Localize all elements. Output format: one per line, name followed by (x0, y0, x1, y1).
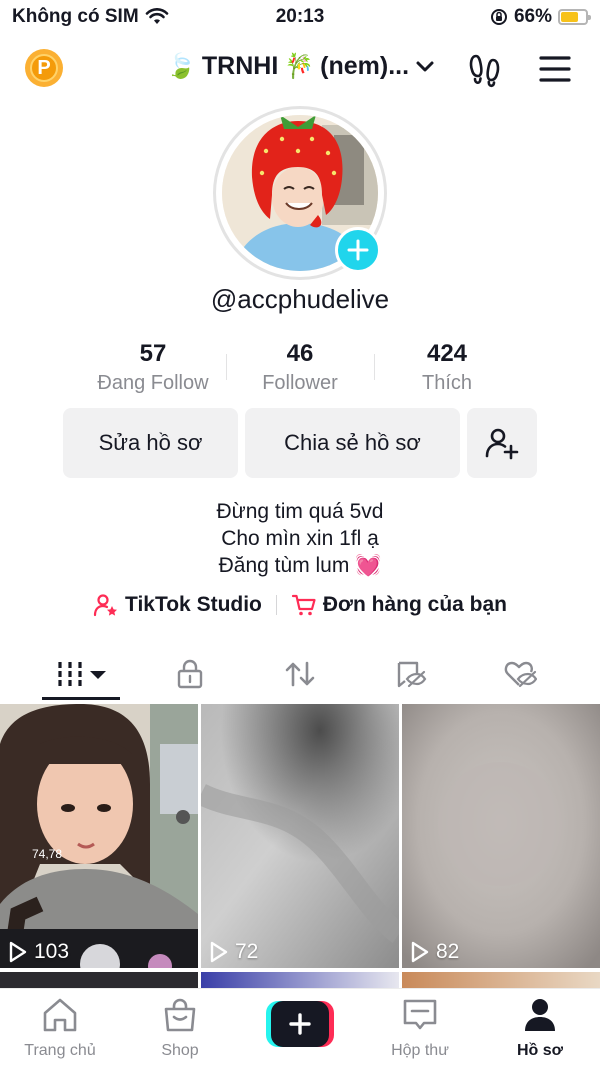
nav-profile-label: Hồ sơ (516, 1042, 564, 1059)
grid-icon (58, 662, 106, 686)
home-icon (43, 998, 77, 1032)
play-icon (210, 941, 228, 963)
nav-shop-label: Shop (161, 1042, 199, 1059)
nav-home[interactable]: Trang chủ (10, 997, 110, 1060)
profile-bio: Đừng tim quá 5vd Cho mìn xin 1fl ạ Đăng … (0, 498, 600, 579)
heart-hidden-icon (504, 661, 537, 688)
video-thumbnail-image (201, 704, 399, 968)
stat-followers[interactable]: 46 Follower (225, 340, 375, 395)
lock-icon (177, 659, 203, 689)
profile-header: P 🍃 TRNHI 🎋 (nem)... (0, 44, 600, 94)
leaf-emoji: 🍃 (166, 53, 196, 80)
tab-liked[interactable] (460, 648, 580, 700)
orders-label: Đơn hàng của bạn (322, 593, 507, 616)
nav-profile[interactable]: Hồ sơ (490, 997, 590, 1060)
nav-inbox[interactable]: Hộp thư (370, 997, 470, 1060)
account-name-suffix: (nem)... (320, 52, 410, 80)
bottom-navigation: Trang chủ Shop Hộp thư Hồ sơ (0, 988, 600, 1068)
battery-icon (558, 9, 591, 25)
plus-icon (347, 239, 369, 261)
share-profile-button[interactable]: Chia sẻ hồ sơ (245, 408, 460, 478)
chevron-down-icon (416, 61, 434, 71)
video-thumbnail[interactable]: 82 (402, 704, 600, 968)
nav-home-label: Trang chủ (24, 1042, 96, 1059)
stat-likes[interactable]: 424 Thích (372, 340, 522, 395)
status-right: 66% (490, 6, 591, 28)
profile-links: TikTok Studio Đơn hàng của bạn (0, 592, 600, 618)
video-views: 103 (8, 940, 69, 964)
view-count: 72 (235, 940, 259, 963)
tab-saved[interactable] (350, 648, 470, 700)
account-switcher[interactable]: 🍃 TRNHI 🎋 (nem)... (166, 52, 435, 81)
stat-following[interactable]: 57 Đang Follow (78, 340, 228, 395)
footprint-icon[interactable] (467, 52, 503, 88)
tab-videos[interactable] (22, 648, 142, 700)
orientation-lock-icon (490, 9, 507, 25)
active-tab-indicator (42, 697, 120, 700)
video-grid: 74,78 103 72 82 (0, 704, 600, 988)
user-star-icon (93, 594, 117, 617)
shopping-bag-icon (164, 998, 196, 1032)
orders-link[interactable]: Đơn hàng của bạn (291, 592, 507, 618)
create-button[interactable] (266, 1001, 334, 1047)
likes-label: Thích (421, 372, 473, 394)
tiktok-studio-link[interactable]: TikTok Studio (93, 592, 262, 618)
coin-icon: P (30, 54, 58, 82)
video-thumbnail-image (402, 704, 600, 968)
video-thumbnail[interactable]: 72 (201, 704, 399, 968)
profile-icon (525, 999, 555, 1031)
tab-reposts[interactable] (240, 648, 360, 700)
video-views: 72 (209, 940, 258, 964)
add-story-button[interactable] (335, 227, 381, 273)
view-count: 82 (436, 940, 460, 963)
followers-count: 46 (286, 340, 314, 367)
edit-profile-button[interactable]: Sửa hồ sơ (63, 408, 238, 478)
following-label: Đang Follow (97, 372, 209, 394)
likes-count: 424 (426, 340, 468, 367)
menu-icon[interactable] (538, 52, 572, 86)
video-thumbnail[interactable]: 74,78 103 (0, 704, 198, 968)
video-views: 82 (410, 940, 459, 964)
nav-shop[interactable]: Shop (130, 997, 230, 1060)
username: @accphudelive (210, 284, 390, 314)
bamboo-emoji: 🎋 (284, 53, 315, 80)
battery-level (561, 12, 579, 22)
inbox-icon (403, 999, 437, 1030)
bookmark-hidden-icon (397, 661, 427, 688)
view-count: 103 (34, 940, 70, 963)
cart-icon (291, 594, 316, 616)
status-bar: Không có SIM 20:13 66% (0, 0, 600, 36)
link-divider (275, 595, 277, 615)
bio-line: Đăng tùm lum 💓 (218, 554, 382, 577)
add-user-icon (485, 428, 519, 460)
account-name: TRNHI (201, 52, 279, 80)
battery-percent: 66% (513, 6, 552, 27)
create-button-face (271, 1001, 329, 1047)
video-thumbnail-partial[interactable] (201, 972, 399, 988)
video-thumbnail-image: 74,78 (0, 704, 198, 968)
video-thumbnail-partial[interactable] (402, 972, 600, 988)
plus-icon (289, 1013, 311, 1035)
bio-line: Đừng tim quá 5vd (216, 500, 384, 523)
repost-icon (285, 661, 315, 687)
play-icon (411, 941, 429, 963)
coin-button[interactable]: P (25, 49, 63, 87)
tiktok-studio-label: TikTok Studio (125, 593, 262, 616)
following-count: 57 (139, 340, 167, 367)
profile-stats: 57 Đang Follow 46 Follower 424 Thích (0, 340, 600, 400)
video-overlay-text: 74,78 (32, 847, 62, 861)
content-tabs (0, 648, 600, 704)
tab-private[interactable] (130, 648, 250, 700)
add-friend-button[interactable] (467, 408, 537, 478)
play-icon (9, 941, 27, 963)
nav-inbox-label: Hộp thư (391, 1042, 449, 1059)
bio-line: Cho mìn xin 1fl ạ (221, 527, 379, 550)
followers-label: Follower (262, 372, 338, 394)
video-thumbnail-partial[interactable] (0, 972, 198, 988)
